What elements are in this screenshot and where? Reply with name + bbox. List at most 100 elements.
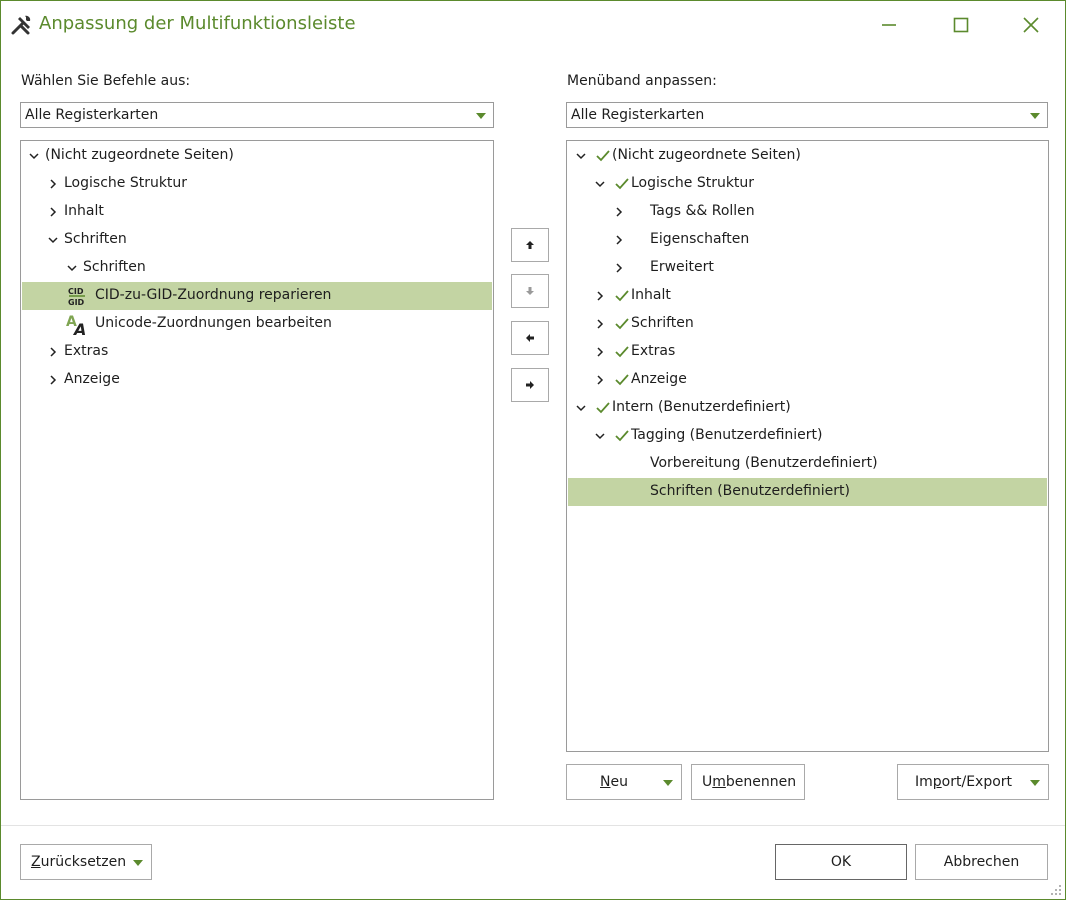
tree-item-label: (Nicht zugeordnete Seiten) bbox=[612, 147, 801, 163]
tree-item[interactable]: Inhalt bbox=[22, 198, 492, 226]
cancel-button-label: Abbrechen bbox=[943, 854, 1020, 870]
chevron-down-icon[interactable] bbox=[48, 235, 58, 245]
tree-item-label: Tags && Rollen bbox=[650, 203, 755, 219]
tree-item[interactable]: Erweitert bbox=[568, 254, 1047, 282]
chevron-right-icon[interactable] bbox=[614, 207, 624, 217]
tree-item[interactable]: A A Unicode-Zuordnungen bearbeiten bbox=[22, 310, 492, 339]
tree-item[interactable]: (Nicht zugeordnete Seiten) bbox=[568, 142, 1047, 170]
chevron-down-icon[interactable] bbox=[576, 403, 586, 413]
checkmark-icon bbox=[615, 374, 629, 386]
rename-button[interactable]: Umbenennen bbox=[691, 764, 805, 800]
chevron-down-icon[interactable] bbox=[67, 263, 77, 273]
tree-item-label: Inhalt bbox=[64, 203, 104, 219]
rename-button-label: Umbenennen bbox=[702, 774, 797, 790]
ok-button-label: OK bbox=[830, 854, 852, 870]
reset-button[interactable]: Zurücksetzen bbox=[20, 844, 152, 880]
tree-item[interactable]: Anzeige bbox=[568, 366, 1047, 394]
chevron-down-icon[interactable] bbox=[576, 151, 586, 161]
commands-tree[interactable]: (Nicht zugeordnete Seiten) Logische Struk… bbox=[20, 140, 494, 800]
tree-item[interactable]: Extras bbox=[568, 338, 1047, 366]
customize-ribbon-label: Menüband anpassen: bbox=[567, 73, 717, 89]
remove-button[interactable] bbox=[511, 321, 549, 355]
tree-item[interactable]: Schriften bbox=[568, 310, 1047, 338]
commands-from-combo[interactable]: Alle Registerkarten bbox=[20, 102, 494, 128]
customize-ribbon-combo[interactable]: Alle Registerkarten bbox=[566, 102, 1048, 128]
chevron-down-icon[interactable] bbox=[595, 179, 605, 189]
tree-item-label: Anzeige bbox=[64, 371, 120, 387]
ribbon-tree[interactable]: (Nicht zugeordnete Seiten) Logische Struk… bbox=[566, 140, 1049, 752]
tree-item[interactable]: Schriften (Benutzerdefiniert) bbox=[568, 478, 1047, 506]
chevron-right-icon[interactable] bbox=[614, 263, 624, 273]
tree-item-label: Anzeige bbox=[631, 371, 687, 387]
chevron-right-icon[interactable] bbox=[48, 207, 58, 217]
ok-button[interactable]: OK bbox=[775, 844, 907, 880]
chevron-right-icon[interactable] bbox=[595, 291, 605, 301]
cid-gid-icon: CID GID bbox=[66, 285, 88, 307]
dropdown-arrow-icon[interactable] bbox=[663, 780, 673, 786]
maximize-button[interactable] bbox=[941, 9, 981, 41]
svg-text:CID: CID bbox=[68, 287, 84, 296]
import-export-button[interactable]: Import/Export bbox=[897, 764, 1049, 800]
dropdown-arrow-icon[interactable] bbox=[1030, 780, 1040, 786]
close-icon bbox=[1023, 17, 1039, 33]
tree-item[interactable]: Logische Struktur bbox=[568, 170, 1047, 198]
ribbon-customize-dialog: Anpassung der Multifunktionsleiste Wähle… bbox=[0, 0, 1066, 900]
title-bar: Anpassung der Multifunktionsleiste bbox=[1, 1, 1065, 49]
new-button[interactable]: Neu bbox=[566, 764, 682, 800]
chevron-right-icon[interactable] bbox=[48, 375, 58, 385]
move-down-button[interactable] bbox=[511, 274, 549, 308]
checkmark-icon bbox=[615, 430, 629, 442]
tree-item[interactable]: Schriften bbox=[22, 226, 492, 254]
svg-text:A: A bbox=[72, 320, 86, 335]
tree-item-label: Eigenschaften bbox=[650, 231, 750, 247]
tree-item[interactable]: Inhalt bbox=[568, 282, 1047, 310]
minimize-button[interactable] bbox=[869, 9, 909, 41]
tree-item-label: (Nicht zugeordnete Seiten) bbox=[45, 147, 234, 163]
chevron-right-icon[interactable] bbox=[48, 179, 58, 189]
cancel-button[interactable]: Abbrechen bbox=[915, 844, 1048, 880]
tree-item[interactable]: Schriften bbox=[22, 254, 492, 282]
tree-item-label: Extras bbox=[64, 343, 109, 359]
checkmark-icon bbox=[596, 402, 610, 414]
arrow-up-icon bbox=[526, 241, 534, 249]
checkmark-icon bbox=[615, 318, 629, 330]
tree-item[interactable]: Extras bbox=[22, 338, 492, 366]
tree-item[interactable]: Anzeige bbox=[22, 366, 492, 394]
customize-ribbon-value: Alle Registerkarten bbox=[571, 107, 705, 123]
tree-item[interactable]: Intern (Benutzerdefiniert) bbox=[568, 394, 1047, 422]
dropdown-arrow-icon[interactable] bbox=[133, 860, 143, 866]
resize-grip-icon[interactable] bbox=[1050, 884, 1062, 896]
tree-item[interactable]: Vorbereitung (Benutzerdefiniert) bbox=[568, 450, 1047, 478]
close-button[interactable] bbox=[1011, 9, 1051, 41]
chevron-down-icon[interactable] bbox=[29, 151, 39, 161]
checkmark-icon bbox=[596, 150, 610, 162]
tree-item-label: Schriften (Benutzerdefiniert) bbox=[650, 483, 850, 499]
footer-separator bbox=[1, 825, 1065, 826]
chevron-right-icon[interactable] bbox=[595, 375, 605, 385]
tree-item-label: Erweitert bbox=[650, 259, 714, 275]
tree-item[interactable]: Tagging (Benutzerdefiniert) bbox=[568, 422, 1047, 450]
chevron-right-icon[interactable] bbox=[595, 319, 605, 329]
chevron-right-icon[interactable] bbox=[614, 235, 624, 245]
chevron-right-icon[interactable] bbox=[48, 347, 58, 357]
tree-item[interactable]: Tags && Rollen bbox=[568, 198, 1047, 226]
tree-item-label: Inhalt bbox=[631, 287, 671, 303]
arrow-left-icon bbox=[526, 334, 534, 342]
add-button[interactable] bbox=[511, 368, 549, 402]
tree-item-label: Unicode-Zuordnungen bearbeiten bbox=[95, 315, 332, 331]
checkmark-icon bbox=[615, 290, 629, 302]
commands-from-label: Wählen Sie Befehle aus: bbox=[21, 73, 191, 89]
move-up-button[interactable] bbox=[511, 228, 549, 262]
maximize-icon bbox=[953, 17, 969, 33]
tools-icon bbox=[11, 15, 31, 35]
tree-item[interactable]: Logische Struktur bbox=[22, 170, 492, 198]
window-title: Anpassung der Multifunktionsleiste bbox=[39, 13, 356, 34]
tree-item[interactable]: CID GID CID-zu-GID-Zuordnung reparieren bbox=[22, 282, 492, 310]
import-export-label: Import/Export bbox=[915, 774, 1013, 790]
chevron-right-icon[interactable] bbox=[595, 347, 605, 357]
tree-item-label: Extras bbox=[631, 343, 676, 359]
new-button-label: Neu bbox=[600, 774, 628, 790]
tree-item[interactable]: (Nicht zugeordnete Seiten) bbox=[22, 142, 492, 170]
chevron-down-icon[interactable] bbox=[595, 431, 605, 441]
tree-item[interactable]: Eigenschaften bbox=[568, 226, 1047, 254]
